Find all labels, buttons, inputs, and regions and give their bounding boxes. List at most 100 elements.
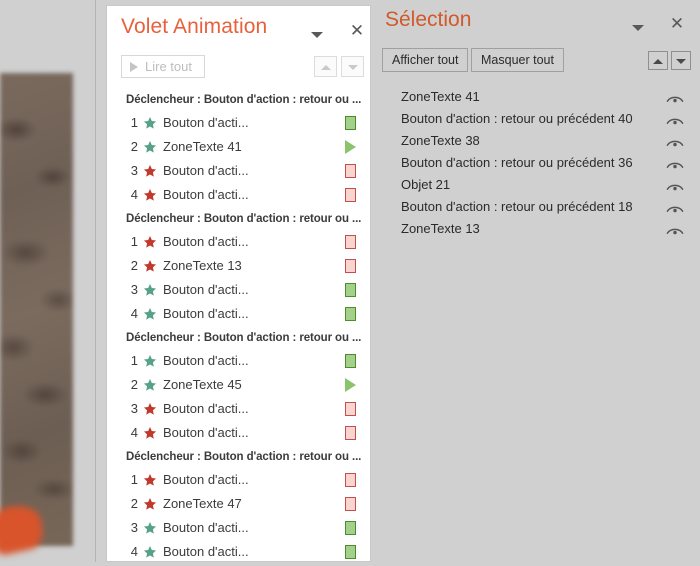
animation-order-number: 4: [130, 306, 138, 321]
trigger-header[interactable]: Déclencheur : Bouton d'action : retour o…: [107, 447, 370, 468]
arrow-up-icon: [653, 59, 663, 64]
eye-icon[interactable]: [666, 136, 684, 147]
selection-list-item[interactable]: ZoneTexte 38: [372, 130, 700, 152]
selection-item-label: Bouton d'action : retour ou précédent 18: [401, 199, 633, 214]
star-icon: [143, 545, 157, 559]
animation-row[interactable]: 2 ZoneTexte 41: [107, 135, 370, 159]
close-icon[interactable]: ✕: [346, 20, 368, 42]
timing-bar-shape: [345, 140, 356, 154]
selection-list-item[interactable]: Bouton d'action : retour ou précédent 36: [372, 152, 700, 174]
chevron-down-icon[interactable]: [306, 23, 328, 45]
animation-row[interactable]: 3 Bouton d'acti...: [107, 278, 370, 302]
slide-thumbnail[interactable]: [0, 73, 73, 557]
animation-timing-bar[interactable]: [345, 473, 356, 487]
arrow-up-icon: [321, 65, 331, 70]
selection-list-item[interactable]: ZoneTexte 13: [372, 218, 700, 240]
animation-item-label: Bouton d'acti...: [163, 187, 249, 202]
trigger-header[interactable]: Déclencheur : Bouton d'action : retour o…: [107, 328, 370, 349]
animation-row[interactable]: 3 Bouton d'acti...: [107, 397, 370, 421]
eye-icon[interactable]: [666, 158, 684, 169]
animation-timing-bar[interactable]: [345, 378, 356, 392]
animation-timing-bar[interactable]: [345, 140, 356, 154]
animation-row[interactable]: 1 Bouton d'acti...: [107, 468, 370, 492]
eye-icon[interactable]: [666, 224, 684, 235]
timing-bar-shape: [345, 354, 356, 368]
star-icon: [143, 378, 157, 392]
move-up-button[interactable]: [314, 56, 337, 77]
animation-pane-title: Volet Animation: [121, 15, 268, 38]
animation-order-number: 3: [130, 520, 138, 535]
selection-pane: Sélection ✕ Afficher tout Masquer tout Z…: [372, 0, 700, 566]
animation-order-number: 3: [130, 282, 138, 297]
selection-list-item[interactable]: Objet 21: [372, 174, 700, 196]
animation-row[interactable]: 2 ZoneTexte 13: [107, 254, 370, 278]
animation-row[interactable]: 4 Bouton d'acti...: [107, 540, 370, 561]
trigger-header[interactable]: Déclencheur : Bouton d'action : retour o…: [107, 209, 370, 230]
move-down-button[interactable]: [341, 56, 364, 77]
animation-item-label: Bouton d'acti...: [163, 282, 249, 297]
animation-timing-bar[interactable]: [345, 307, 356, 321]
close-icon[interactable]: ✕: [666, 13, 688, 35]
timing-bar-shape: [345, 473, 356, 487]
animation-timing-bar[interactable]: [345, 188, 356, 202]
selection-list-item[interactable]: Bouton d'action : retour ou précédent 40: [372, 108, 700, 130]
timing-bar-shape: [345, 307, 356, 321]
hide-all-button[interactable]: Masquer tout: [471, 48, 564, 72]
animation-timing-bar[interactable]: [345, 259, 356, 273]
selection-pane-titlebar: Sélection ✕: [372, 0, 700, 46]
animation-row[interactable]: 3 Bouton d'acti...: [107, 159, 370, 183]
move-up-button[interactable]: [648, 51, 668, 70]
animation-timing-bar[interactable]: [345, 164, 356, 178]
animation-item-label: Bouton d'acti...: [163, 472, 249, 487]
animation-item-label: Bouton d'acti...: [163, 520, 249, 535]
animation-timing-bar[interactable]: [345, 283, 356, 297]
star-icon: [143, 259, 157, 273]
animation-timing-bar[interactable]: [345, 521, 356, 535]
timing-bar-shape: [345, 402, 356, 416]
eye-icon[interactable]: [666, 92, 684, 103]
animation-item-label: ZoneTexte 47: [163, 496, 242, 511]
eye-icon[interactable]: [666, 180, 684, 191]
animation-item-label: Bouton d'acti...: [163, 401, 249, 416]
move-down-button[interactable]: [671, 51, 691, 70]
animation-row[interactable]: 1 Bouton d'acti...: [107, 349, 370, 373]
animation-row[interactable]: 4 Bouton d'acti...: [107, 302, 370, 326]
chevron-down-icon[interactable]: [627, 16, 649, 38]
star-icon: [143, 235, 157, 249]
animation-timing-bar[interactable]: [345, 354, 356, 368]
trigger-header[interactable]: Déclencheur : Bouton d'action : retour o…: [107, 90, 370, 111]
animation-order-number: 2: [130, 496, 138, 511]
slide-accent-shape: [0, 501, 47, 557]
star-icon: [143, 140, 157, 154]
animation-row[interactable]: 1 Bouton d'acti...: [107, 230, 370, 254]
animation-row[interactable]: 1 Bouton d'acti...: [107, 111, 370, 135]
animation-timing-bar[interactable]: [345, 545, 356, 559]
animation-row[interactable]: 2 ZoneTexte 47: [107, 492, 370, 516]
selection-list-item[interactable]: Bouton d'action : retour ou précédent 18: [372, 196, 700, 218]
animation-timing-bar[interactable]: [345, 426, 356, 440]
show-all-button[interactable]: Afficher tout: [382, 48, 469, 72]
animation-row[interactable]: 4 Bouton d'acti...: [107, 183, 370, 207]
eye-icon[interactable]: [666, 202, 684, 213]
star-icon: [143, 283, 157, 297]
animation-row[interactable]: 3 Bouton d'acti...: [107, 516, 370, 540]
timing-bar-shape: [345, 426, 356, 440]
star-icon: [143, 426, 157, 440]
star-icon: [143, 164, 157, 178]
animation-row[interactable]: 2 ZoneTexte 45: [107, 373, 370, 397]
animation-item-label: ZoneTexte 13: [163, 258, 242, 273]
animation-row[interactable]: 4 Bouton d'acti...: [107, 421, 370, 445]
animation-timing-bar[interactable]: [345, 402, 356, 416]
timing-bar-shape: [345, 259, 356, 273]
play-all-button[interactable]: Lire tout: [121, 55, 205, 78]
timing-bar-shape: [345, 188, 356, 202]
animation-timing-bar[interactable]: [345, 235, 356, 249]
animation-timing-bar[interactable]: [345, 116, 356, 130]
selection-list-item[interactable]: ZoneTexte 41: [372, 86, 700, 108]
animation-timing-bar[interactable]: [345, 497, 356, 511]
eye-icon[interactable]: [666, 114, 684, 125]
selection-item-label: Objet 21: [401, 177, 451, 192]
timing-bar-shape: [345, 521, 356, 535]
trigger-group: Déclencheur : Bouton d'action : retour o…: [107, 209, 370, 326]
animation-item-label: Bouton d'acti...: [163, 425, 249, 440]
